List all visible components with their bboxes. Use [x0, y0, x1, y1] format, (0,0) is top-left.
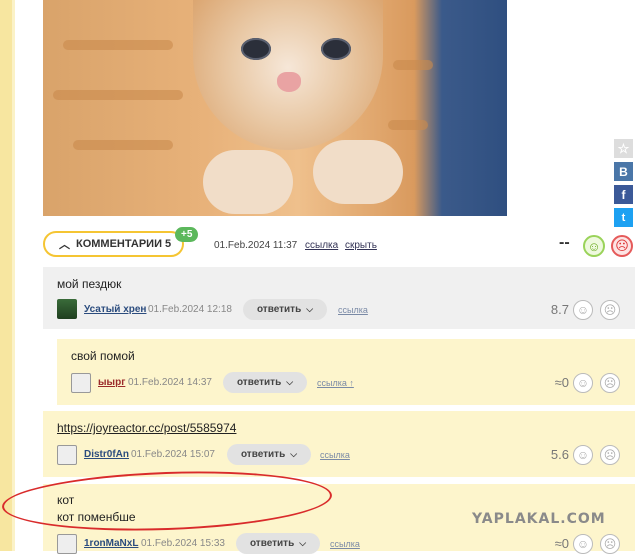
vote-up-smile-icon[interactable]: ☺ — [573, 373, 593, 393]
reply-label: ответить — [240, 449, 286, 460]
comment-link[interactable]: ссылка — [330, 539, 360, 549]
comment-date: 01.Feb.2024 15:07 — [131, 449, 215, 460]
post-image — [43, 0, 507, 216]
post-link[interactable]: ссылка — [305, 240, 338, 251]
kitten-eye-left — [241, 38, 271, 60]
fur-stripe — [73, 140, 173, 150]
kitten-eye-right — [321, 38, 351, 60]
new-comments-badge: +5 — [175, 227, 199, 242]
comment-text[interactable]: https://joyreactor.cc/post/5585974 — [57, 421, 236, 435]
kitten-paw-left — [203, 150, 293, 214]
reply-label: ответить — [256, 304, 302, 315]
user-avatar[interactable] — [71, 373, 91, 393]
chevron-up-icon: ︿ — [59, 239, 70, 251]
facebook-share-icon[interactable]: f — [614, 185, 633, 204]
comment-item: https://joyreactor.cc/post/5585974 Distr… — [43, 411, 635, 477]
comments-toggle-label: КОММЕНТАРИИ 5 — [76, 238, 172, 250]
vote-up-smile-icon[interactable]: ☺ — [573, 445, 593, 465]
comment-date: 01.Feb.2024 14:37 — [128, 377, 212, 388]
comment-rating: 5.6 — [550, 447, 569, 462]
chevron-down-icon: ⌵ — [290, 449, 298, 459]
vote-down-sad-icon[interactable]: ☹ — [600, 300, 620, 320]
chevron-down-icon: ⌵ — [286, 377, 294, 387]
comment-link[interactable]: ссылка ↑ — [317, 378, 354, 388]
post-date: 01.Feb.2024 11:37 — [214, 240, 298, 251]
user-avatar[interactable] — [57, 534, 77, 554]
comment-rating: ≈0 — [554, 375, 569, 390]
vote-up-smile-icon[interactable]: ☺ — [573, 534, 593, 554]
comment-item: свой помой ыырг 01.Feb.2024 14:37 ответи… — [57, 339, 635, 405]
vote-down-sad-icon[interactable]: ☹ — [611, 235, 633, 257]
reply-button[interactable]: ответить ⌵ — [243, 299, 327, 320]
post-hide-link[interactable]: скрыть — [345, 240, 377, 251]
comment-username[interactable]: Distr0fAn — [84, 449, 129, 460]
comment-rating: 8.7 — [550, 302, 569, 317]
reply-label: ответить — [236, 377, 282, 388]
post-rating: -- — [559, 234, 570, 251]
reply-button[interactable]: ответить ⌵ — [227, 444, 311, 465]
watermark: YAPLAKAL.COM — [472, 511, 606, 527]
comment-username[interactable]: Усатый хрен — [84, 304, 146, 315]
comment-rating: ≈0 — [554, 536, 569, 551]
kitten-paw-right — [313, 140, 403, 204]
vote-up-smile-icon[interactable]: ☺ — [583, 235, 605, 257]
comment-text: свой помой — [71, 349, 135, 363]
twitter-share-icon[interactable]: t — [614, 208, 633, 227]
reply-button[interactable]: ответить ⌵ — [223, 372, 307, 393]
user-avatar[interactable] — [57, 445, 77, 465]
fur-stripe — [388, 120, 428, 130]
kitten-nose — [277, 72, 301, 92]
vote-down-sad-icon[interactable]: ☹ — [600, 534, 620, 554]
fur-stripe — [53, 90, 183, 100]
comment-item: мой пездюк Усатый хрен 01.Feb.2024 12:18… — [43, 267, 635, 329]
comments-toggle-button[interactable]: ︿ КОММЕНТАРИИ 5 — [43, 231, 184, 257]
comment-date: 01.Feb.2024 15:33 — [141, 538, 225, 549]
kitten-face — [193, 0, 383, 150]
reply-label: ответить — [249, 538, 295, 549]
chevron-down-icon: ⌵ — [306, 304, 314, 314]
fur-stripe — [393, 60, 433, 70]
vote-up-smile-icon[interactable]: ☺ — [573, 300, 593, 320]
comment-username[interactable]: 1ronMaNxL — [84, 538, 138, 549]
comment-link[interactable]: ссылка — [338, 305, 368, 315]
chevron-down-icon: ⌵ — [299, 538, 307, 548]
page-left-stripe — [0, 0, 12, 551]
fur-stripe — [63, 40, 173, 50]
user-avatar[interactable] — [57, 299, 77, 319]
comment-text: мой пездюк — [57, 277, 122, 291]
favorite-star-icon[interactable]: ☆ — [614, 139, 633, 158]
vk-share-icon[interactable]: B — [614, 162, 633, 181]
page-left-stripe-inner — [12, 0, 15, 551]
vote-down-sad-icon[interactable]: ☹ — [600, 373, 620, 393]
vote-down-sad-icon[interactable]: ☹ — [600, 445, 620, 465]
comment-username[interactable]: ыырг — [98, 377, 125, 388]
comment-link[interactable]: ссылка — [320, 450, 350, 460]
comment-date: 01.Feb.2024 12:18 — [148, 304, 232, 315]
